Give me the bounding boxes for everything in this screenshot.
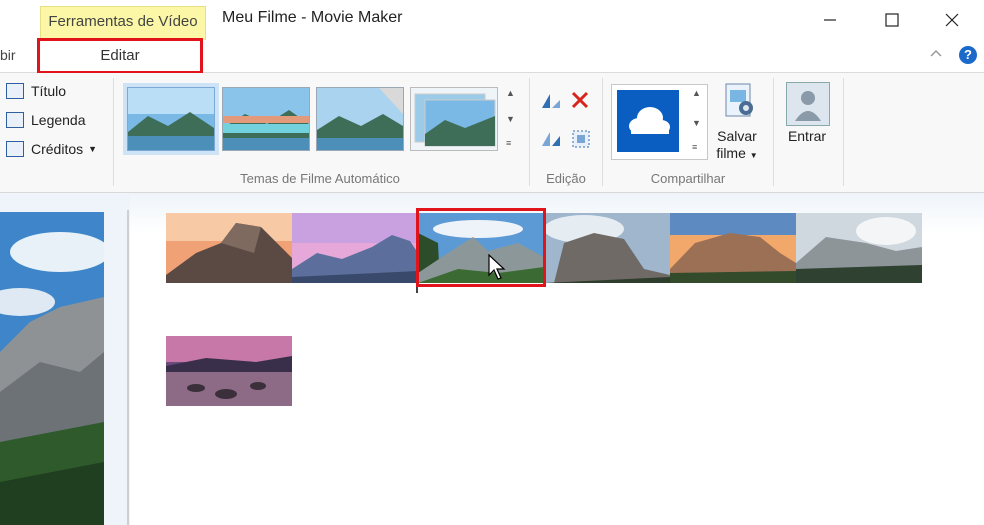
credits-icon <box>6 141 24 157</box>
clip-thumbnail[interactable] <box>670 213 796 283</box>
share-scroll-down-icon[interactable]: ▼ <box>692 118 701 128</box>
theme-tile-2[interactable] <box>222 87 310 151</box>
save-movie-icon <box>722 82 756 125</box>
share-more-icon[interactable]: ≡ <box>692 142 697 152</box>
gallery-scroll-up-icon[interactable]: ▲ <box>506 88 515 98</box>
mouse-cursor-icon <box>488 253 506 285</box>
credits-label: Créditos <box>31 141 84 157</box>
group-divider <box>113 78 114 186</box>
maximize-icon <box>885 13 899 27</box>
tab-editar[interactable]: Editar <box>37 38 203 74</box>
onedrive-icon <box>629 107 670 134</box>
theme-tile-4[interactable] <box>410 87 498 151</box>
clip-thumbnail[interactable] <box>166 336 292 406</box>
contextual-tab-video-tools[interactable]: Ferramentas de Vídeo <box>40 6 206 41</box>
minimize-button[interactable] <box>807 0 853 40</box>
clip-thumbnail[interactable] <box>166 213 292 283</box>
group-divider <box>529 78 530 186</box>
selection-highlight <box>416 208 546 287</box>
remove-icon[interactable] <box>570 90 590 115</box>
theme-tile-3[interactable] <box>316 87 404 151</box>
pane-splitter[interactable] <box>127 210 129 525</box>
group-label-edit: Edição <box>546 171 586 186</box>
title-button[interactable]: Título <box>6 83 66 99</box>
collapse-ribbon-icon[interactable] <box>930 46 942 61</box>
user-icon <box>786 82 830 126</box>
save-movie-label-1: Salvar <box>717 128 757 144</box>
group-label-themes: Temas de Filme Automático <box>240 171 400 186</box>
select-all-icon[interactable] <box>571 129 591 154</box>
tab-exibir[interactable]: bir <box>0 47 16 63</box>
theme-tile-1[interactable] <box>127 87 215 151</box>
share-scroll-up-icon[interactable]: ▲ <box>692 88 701 98</box>
gallery-more-icon[interactable]: ≡ <box>506 138 511 148</box>
chevron-down-icon: ▼ <box>88 144 98 154</box>
save-movie-label-2: filme <box>716 145 746 161</box>
clip-thumbnail[interactable] <box>544 213 670 283</box>
clip-thumbnail[interactable] <box>796 213 922 283</box>
caption-label: Legenda <box>31 112 86 128</box>
close-icon <box>945 13 959 27</box>
caption-icon <box>6 112 24 128</box>
title-icon <box>6 83 24 99</box>
group-label-share: Compartilhar <box>650 171 726 186</box>
gallery-scroll-down-icon[interactable]: ▼ <box>506 114 515 124</box>
credits-button[interactable]: Créditos ▼ <box>6 141 97 157</box>
group-divider <box>773 78 774 186</box>
title-label: Título <box>31 83 67 99</box>
minimize-icon <box>824 19 836 21</box>
group-divider <box>602 78 603 186</box>
maximize-button[interactable] <box>869 0 915 40</box>
caption-button[interactable]: Legenda <box>6 112 86 128</box>
chevron-down-icon: ▼ <box>749 151 758 160</box>
save-movie-button[interactable]: Salvar filme ▼ <box>713 128 761 164</box>
onedrive-button[interactable] <box>617 90 679 152</box>
video-preview[interactable] <box>0 212 104 525</box>
clip-thumbnail[interactable] <box>292 213 418 283</box>
rotate-right-icon[interactable] <box>540 130 562 153</box>
window-title: Meu Filme - Movie Maker <box>222 9 403 26</box>
help-icon[interactable]: ? <box>959 46 977 64</box>
rotate-left-icon[interactable] <box>540 92 562 115</box>
group-divider <box>843 78 844 186</box>
sign-in-button[interactable]: Entrar <box>780 128 834 144</box>
close-button[interactable] <box>929 0 975 40</box>
